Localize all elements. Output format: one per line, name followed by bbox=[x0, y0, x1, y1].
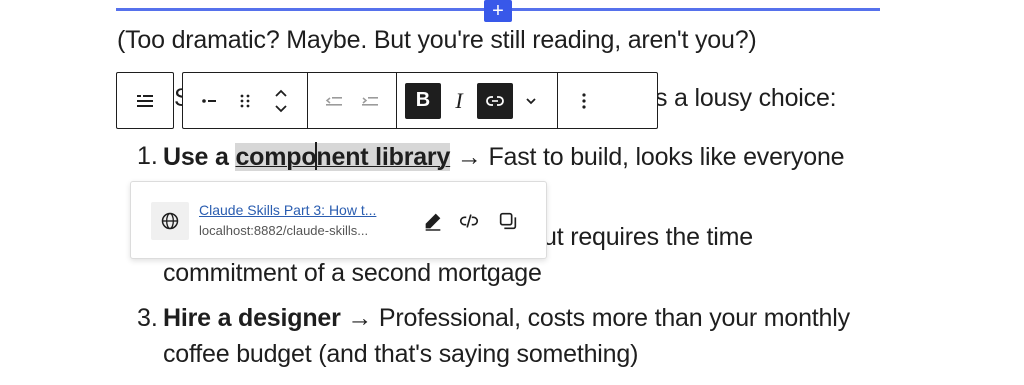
link-text-part: compo bbox=[235, 143, 317, 171]
more-formats-icon[interactable] bbox=[513, 83, 549, 119]
toolbar-group-options bbox=[558, 73, 610, 128]
list-item-text: → Professional, costs more than your mon… bbox=[340, 304, 850, 332]
copy-icon[interactable] bbox=[493, 206, 523, 236]
list-item[interactable]: Hire a designer → Professional, costs mo… bbox=[163, 304, 850, 333]
list-item-continuation[interactable]: coffee budget (and that's saying somethi… bbox=[163, 340, 638, 369]
list-item-lead: Use a bbox=[163, 143, 236, 171]
list-view-icon bbox=[137, 94, 153, 107]
list-item[interactable]: Use a component library → Fast to build,… bbox=[163, 142, 845, 172]
link-icon[interactable] bbox=[477, 82, 513, 119]
selected-link-text[interactable]: component library bbox=[235, 142, 451, 171]
edit-pencil-icon[interactable] bbox=[418, 206, 448, 236]
toolbar-group-indent bbox=[308, 73, 397, 128]
select-parent-block-button[interactable] bbox=[116, 72, 174, 129]
clipped-paragraph-end[interactable]: s a lousy choice: bbox=[655, 84, 837, 113]
globe-icon bbox=[151, 202, 189, 240]
outdent-icon[interactable] bbox=[316, 83, 352, 119]
block-inserter-button[interactable]: + bbox=[484, 0, 512, 22]
drag-handle-icon[interactable] bbox=[227, 83, 263, 119]
intro-paragraph[interactable]: (Too dramatic? Maybe. But you're still r… bbox=[117, 26, 757, 55]
list-item-continuation[interactable]: commitment of a second mortgage bbox=[163, 259, 542, 288]
block-toolbar: B I bbox=[182, 72, 658, 129]
toolbar-group-block bbox=[183, 73, 308, 128]
bold-icon[interactable]: B bbox=[405, 82, 441, 119]
bullet-dash-icon[interactable] bbox=[191, 83, 227, 119]
list-item-text: → Fast to build, looks like everyone bbox=[450, 143, 845, 171]
move-up-down-icon[interactable] bbox=[263, 83, 299, 119]
link-title[interactable]: Claude Skills Part 3: How t... bbox=[199, 202, 376, 218]
list-item-lead: Hire a designer bbox=[163, 304, 341, 332]
italic-icon[interactable]: I bbox=[441, 83, 477, 119]
options-icon[interactable] bbox=[566, 83, 602, 119]
list-item[interactable]: ut requires the time bbox=[543, 223, 753, 252]
link-text-part: nent library bbox=[316, 143, 451, 171]
toolbar-group-format: B I bbox=[397, 73, 558, 128]
link-preview-popover: Claude Skills Part 3: How t... localhost… bbox=[130, 181, 547, 259]
link-url: localhost:8882/claude-skills... bbox=[199, 223, 369, 238]
indent-icon[interactable] bbox=[352, 83, 388, 119]
list-item-number: 3. bbox=[137, 304, 158, 332]
unlink-icon[interactable] bbox=[454, 206, 484, 236]
list-item-number: 1. bbox=[137, 142, 158, 170]
